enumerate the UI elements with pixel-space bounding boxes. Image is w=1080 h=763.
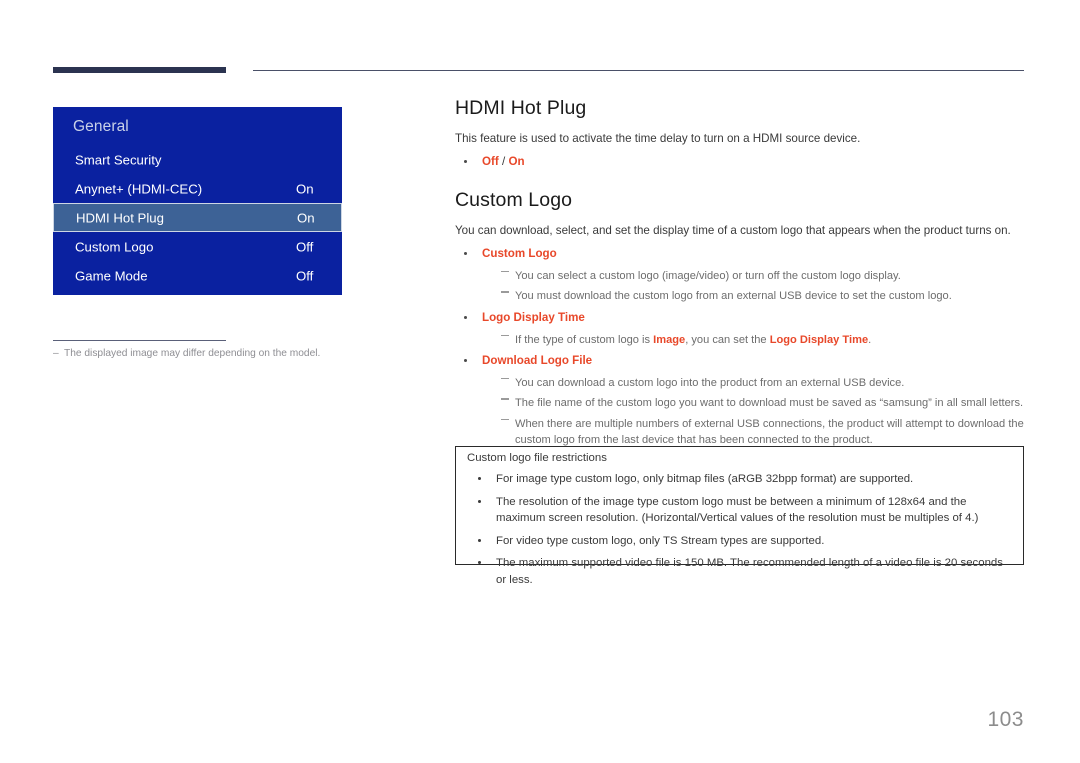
restrictions-box-title: Custom logo file restrictions: [467, 452, 607, 464]
osd-row-value: Off: [296, 268, 314, 283]
osd-menu-panel: General Smart Security Anynet+ (HDMI-CEC…: [53, 107, 342, 295]
list-item: When there are multiple numbers of exter…: [482, 416, 1025, 449]
page-number: 103: [987, 708, 1024, 731]
header-rule-thick: [53, 67, 226, 73]
paragraph-hdmi-hot-plug-intro: This feature is used to activate the tim…: [455, 132, 861, 146]
dash-marker-icon: [501, 398, 509, 400]
list-item: The maximum supported video file is 150 …: [467, 555, 1012, 588]
osd-row-game-mode[interactable]: Game Mode Off: [53, 261, 342, 290]
bullet-dot-icon: [478, 499, 482, 503]
osd-row-hdmi-hot-plug[interactable]: HDMI Hot Plug On: [53, 203, 342, 232]
sub-text: When there are multiple numbers of exter…: [515, 417, 1024, 446]
osd-row-value: Off: [296, 239, 314, 254]
sub-text: The file name of the custom logo you wan…: [515, 397, 1024, 410]
option-off: Off: [482, 155, 499, 169]
list-item: Custom Logo You can select a custom logo…: [455, 245, 1025, 305]
restriction-text: The maximum supported video file is 150 …: [496, 557, 1003, 586]
bullet-dot-icon: [464, 315, 467, 319]
bullet-dot-icon: [478, 561, 482, 565]
list-item: You must download the custom logo from a…: [482, 288, 1025, 304]
restrictions-box: Custom logo file restrictions For image …: [455, 446, 1024, 586]
sub-text: You must download the custom logo from a…: [515, 290, 952, 303]
sub-text-mid: , you can set the: [685, 333, 770, 346]
list-item: For image type custom logo, only bitmap …: [467, 471, 1012, 488]
osd-row-label: HDMI Hot Plug: [76, 210, 164, 225]
dash-marker-icon: [501, 291, 509, 293]
sublist-logo-display-time: If the type of custom logo is Image, you…: [482, 332, 1025, 348]
sub-text: You can download a custom logo into the …: [515, 376, 905, 389]
setting-custom-logo-label: Custom Logo: [482, 247, 557, 261]
main-content: HDMI Hot Plug This feature is used to ac…: [455, 96, 1025, 448]
list-item: Off / On: [455, 153, 1025, 172]
list-item: Download Logo File You can download a cu…: [455, 352, 1025, 448]
header-rule-thin: [253, 70, 1024, 71]
list-item: Logo Display Time If the type of custom …: [455, 309, 1025, 348]
list-custom-logo-settings: Custom Logo You can select a custom logo…: [455, 245, 1025, 448]
list-item: The resolution of the image type custom …: [467, 494, 1012, 527]
osd-row-smart-security[interactable]: Smart Security: [53, 145, 342, 174]
list-item: You can download a custom logo into the …: [482, 375, 1025, 391]
osd-row-custom-logo[interactable]: Custom Logo Off: [53, 232, 342, 261]
osd-row-label: Game Mode: [75, 268, 148, 283]
heading-custom-logo: Custom Logo: [455, 188, 573, 211]
bullet-dot-icon: [464, 160, 467, 164]
inline-accent-image: Image: [653, 333, 686, 346]
option-on: On: [508, 155, 525, 169]
paragraph-custom-logo-intro: You can download, select, and set the di…: [455, 224, 1011, 238]
restriction-text: For image type custom logo, only bitmap …: [496, 473, 914, 485]
sublist-custom-logo: You can select a custom logo (image/vide…: [482, 268, 1025, 305]
list-item: You can select a custom logo (image/vide…: [482, 268, 1025, 284]
osd-footnote: – The displayed image may differ dependin…: [53, 348, 383, 359]
setting-logo-display-time-label: Logo Display Time: [482, 310, 585, 324]
bullet-dot-icon: [464, 252, 467, 256]
sub-text: You can select a custom logo (image/vide…: [515, 269, 901, 282]
osd-row-label: Anynet+ (HDMI-CEC): [75, 181, 203, 196]
setting-download-logo-file-label: Download Logo File: [482, 353, 593, 367]
sub-text-pre: If the type of custom logo is: [515, 333, 654, 346]
sub-text-post: .: [868, 333, 872, 346]
dash-marker-icon: [501, 270, 509, 273]
osd-row-label: Custom Logo: [75, 239, 154, 254]
osd-row-value: On: [297, 210, 315, 225]
sublist-download-logo-file: You can download a custom logo into the …: [482, 375, 1025, 449]
restriction-text: For video type custom logo, only TS Stre…: [496, 534, 825, 547]
list-item: If the type of custom logo is Image, you…: [482, 332, 1025, 348]
list-hdmi-hot-plug-options: Off / On: [455, 153, 1025, 172]
bullet-dot-icon: [478, 538, 482, 542]
osd-panel-title: General: [73, 118, 129, 135]
dash-marker-icon: [501, 334, 509, 336]
bullet-dot-icon: [478, 477, 482, 481]
osd-row-anynet[interactable]: Anynet+ (HDMI-CEC) On: [53, 174, 342, 203]
osd-row-value: On: [296, 181, 314, 196]
restriction-text: The resolution of the image type custom …: [496, 495, 979, 525]
heading-hdmi-hot-plug: HDMI Hot Plug: [455, 97, 587, 119]
footnote-text: The displayed image may differ depending…: [64, 348, 321, 359]
restrictions-list: For image type custom logo, only bitmap …: [467, 471, 1012, 588]
inline-accent-logo-display-time: Logo Display Time: [769, 333, 869, 346]
osd-row-label: Smart Security: [75, 152, 162, 167]
list-item: For video type custom logo, only TS Stre…: [467, 533, 1012, 550]
dash-marker-icon: [501, 377, 509, 380]
list-item: The file name of the custom logo you wan…: [482, 395, 1025, 411]
footnote-dash-marker: –: [53, 348, 59, 359]
bullet-dot-icon: [464, 358, 467, 362]
dash-marker-icon: [501, 418, 509, 420]
footnote-rule: [53, 340, 226, 341]
